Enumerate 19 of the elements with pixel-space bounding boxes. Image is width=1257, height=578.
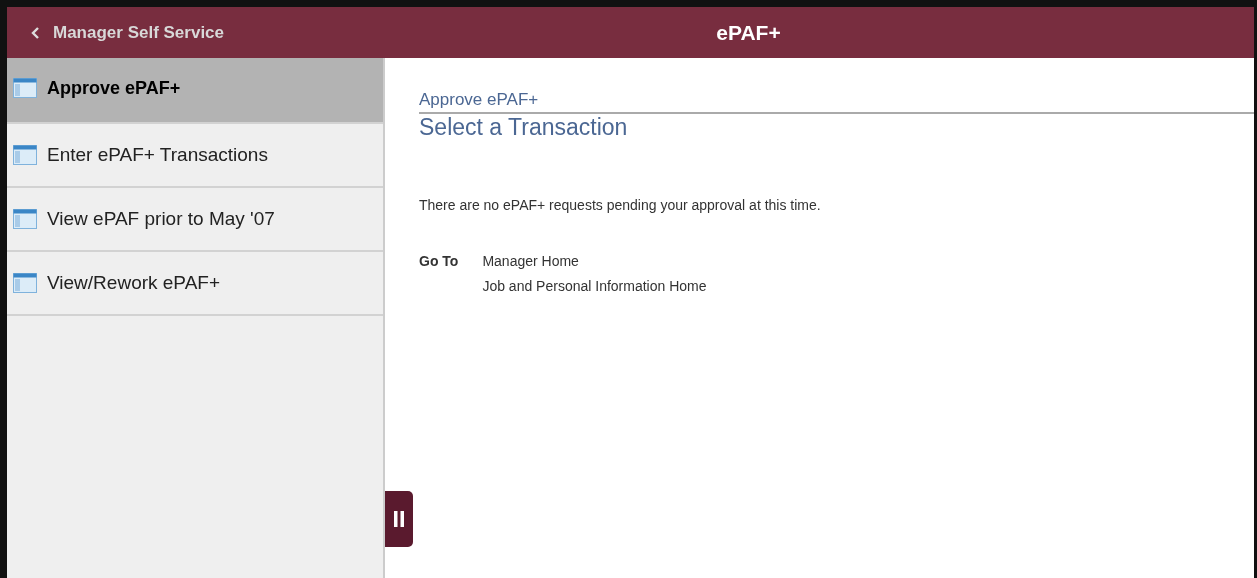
page-title: ePAF+	[715, 20, 782, 45]
back-button[interactable]: Manager Self Service	[7, 22, 383, 43]
window-icon	[13, 209, 37, 229]
sidebar-item[interactable]: Approve ePAF+	[7, 58, 383, 124]
window-icon	[13, 78, 37, 98]
collapse-handle[interactable]	[385, 491, 413, 547]
goto-link[interactable]: Job and Personal Information Home	[482, 278, 707, 294]
page-heading: Select a Transaction	[419, 114, 629, 141]
sidebar-item[interactable]: View/Rework ePAF+	[7, 252, 383, 316]
goto-label: Go To	[419, 253, 459, 271]
goto-link[interactable]: Manager Home	[482, 253, 707, 269]
sidebar-item[interactable]: Enter ePAF+ Transactions	[7, 124, 383, 188]
window-icon	[13, 273, 37, 293]
breadcrumb: Approve ePAF+	[419, 90, 1254, 114]
sidebar-item[interactable]: View ePAF prior to May '07	[7, 188, 383, 252]
window-icon	[13, 145, 37, 165]
message-text: There are no ePAF+ requests pending your approval at this time.	[419, 197, 822, 213]
pause-icon	[393, 510, 405, 528]
chevron-left-icon	[31, 26, 41, 39]
